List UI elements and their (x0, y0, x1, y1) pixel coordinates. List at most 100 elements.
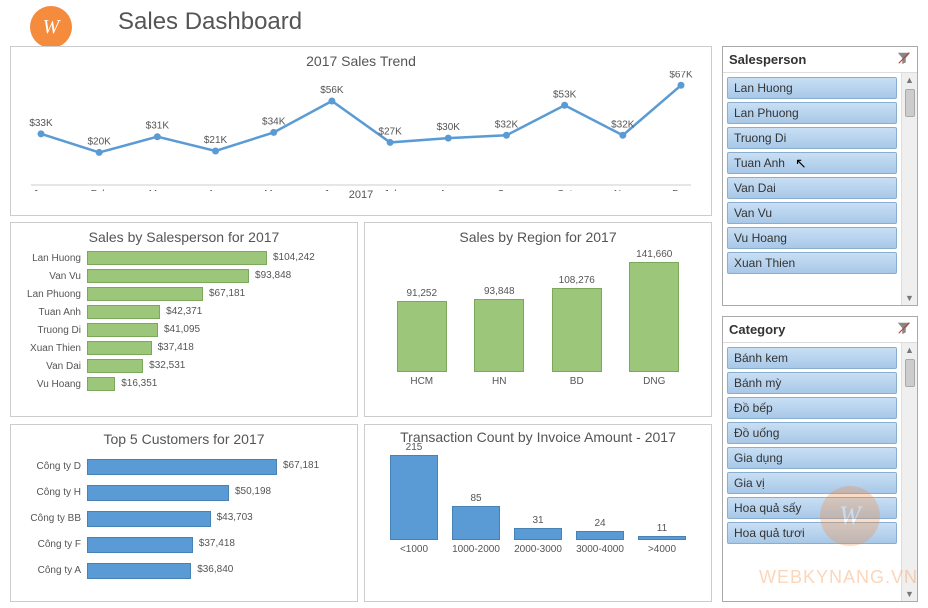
category-slicer[interactable]: Category Bánh kemBánh mỳĐồ bếpĐồ uốngGia… (722, 316, 918, 602)
x-tick: Jul (384, 189, 397, 191)
data-label: $31K (146, 121, 170, 132)
x-tick: Aug (439, 189, 457, 191)
scroll-thumb[interactable] (905, 89, 915, 117)
data-label: $67,181 (205, 287, 245, 301)
x-tick: Jun (324, 189, 340, 191)
x-tick: Jan (33, 189, 49, 191)
bar-column: 215<1000 (384, 442, 444, 555)
bar (390, 455, 438, 540)
bar-row: Công ty F$37,418 (15, 531, 343, 557)
bar-row: Xuan Thien$37,418 (15, 339, 343, 357)
slicer-item[interactable]: Gia dụng (727, 447, 897, 469)
slicer-item[interactable]: Van Dai (727, 177, 897, 199)
slicer-item[interactable]: Lan Huong (727, 77, 897, 99)
bar (87, 287, 203, 301)
bar-column: 91,252HCM (392, 288, 452, 387)
sales-by-salesperson-chart: Sales by Salesperson for 2017 Lan Huong$… (10, 222, 358, 417)
category-label: 1000-2000 (452, 544, 500, 555)
bar-row: Van Dai$32,531 (15, 357, 343, 375)
bar-row: Công ty H $50,198 (15, 479, 343, 505)
bar (87, 305, 160, 319)
category-label: 3000-4000 (576, 544, 624, 555)
category-label: Công ty D (15, 461, 87, 472)
category-label: >4000 (648, 544, 676, 555)
category-label: Truong Di (15, 325, 87, 336)
bar (87, 323, 158, 337)
bar (87, 485, 229, 501)
bar (87, 459, 277, 475)
bar-column: 243000-4000 (570, 518, 630, 555)
data-label: $37,418 (195, 537, 235, 551)
data-label: $36,840 (193, 563, 233, 577)
clear-filter-icon[interactable] (897, 321, 911, 338)
data-label: $41,095 (160, 323, 200, 337)
category-label: HN (492, 376, 506, 387)
data-label: $43,703 (213, 511, 253, 525)
scrollbar[interactable]: ▲ ▼ (901, 343, 917, 601)
clear-filter-icon[interactable] (897, 51, 911, 68)
bar-row: Công ty BB$43,703 (15, 505, 343, 531)
x-tick: May (264, 189, 283, 191)
bar-row: Lan Phuong $67,181 (15, 285, 343, 303)
data-label: $33K (29, 118, 53, 129)
data-label: 11 (657, 523, 667, 534)
category-label: HCM (410, 376, 433, 387)
slicer-item[interactable]: Truong Di (727, 127, 897, 149)
category-label: 2000-3000 (514, 544, 562, 555)
bar (87, 377, 115, 391)
data-label: $34K (262, 116, 286, 127)
x-axis-label: 2017 (11, 189, 711, 201)
data-label: $32K (611, 119, 635, 130)
chart-title: 2017 Sales Trend (11, 47, 711, 71)
slicer-item[interactable]: Vu Hoang (727, 227, 897, 249)
scroll-up-icon[interactable]: ▲ (903, 73, 917, 87)
bar (87, 511, 211, 527)
slicer-item[interactable]: Lan Phuong (727, 102, 897, 124)
bar (87, 537, 193, 553)
bar (87, 341, 152, 355)
data-label: 141,660 (636, 249, 672, 260)
category-label: Công ty H (15, 487, 87, 498)
data-label: $30K (437, 122, 461, 133)
chart-title: Top 5 Customers for 2017 (11, 425, 357, 449)
category-label: Công ty A (15, 565, 87, 576)
bar (552, 288, 602, 372)
category-label: DNG (643, 376, 665, 387)
x-tick: Apr (208, 189, 224, 191)
watermark-text: WEBKYNANG.VN (759, 567, 918, 588)
data-label: $37,418 (154, 341, 194, 355)
bar-row: Tuan Anh$42,371 (15, 303, 343, 321)
data-label: $50,198 (231, 485, 271, 499)
scroll-down-icon[interactable]: ▼ (903, 291, 917, 305)
x-tick: Sep (498, 189, 516, 191)
data-label: 108,276 (559, 275, 595, 286)
slicer-item[interactable]: Van Vu (727, 202, 897, 224)
bar-column: 851000-2000 (446, 493, 506, 555)
category-label: Lan Huong (15, 253, 87, 264)
scrollbar[interactable]: ▲ ▼ (901, 73, 917, 305)
bar-row: Công ty D$67,181 (15, 453, 343, 479)
data-label: 31 (532, 515, 543, 526)
slicer-item[interactable]: Gia vị (727, 472, 897, 494)
x-tick: Oct (557, 189, 573, 191)
slicer-item[interactable]: Đồ uống (727, 422, 897, 444)
slicer-item[interactable]: Xuan Thien (727, 252, 897, 274)
bar (638, 536, 686, 540)
bar-column: 31 2000-3000 (508, 515, 568, 555)
scroll-thumb[interactable] (905, 359, 915, 387)
scroll-up-icon[interactable]: ▲ (903, 343, 917, 357)
salesperson-slicer[interactable]: Salesperson Lan HuongLan PhuongTruong Di… (722, 46, 918, 306)
slicer-item[interactable]: Bánh mỳ (727, 372, 897, 394)
category-label: Vu Hoang (15, 379, 87, 390)
slicer-item[interactable]: Đồ bếp (727, 397, 897, 419)
logo-mark: W (30, 6, 72, 48)
bar (87, 269, 249, 283)
slicer-item[interactable]: Bánh kem (727, 347, 897, 369)
bar-row: Van Vu$93,848 (15, 267, 343, 285)
scroll-down-icon[interactable]: ▼ (903, 587, 917, 601)
bar (452, 506, 500, 540)
sales-by-region-chart: Sales by Region for 2017 91,252HCM93,848… (364, 222, 712, 417)
slicer-item[interactable]: Tuan Anh (727, 152, 897, 174)
line-chart-svg: $33K$20K$31K$21K$34K$56K$27K$30K$32K$53K… (21, 71, 701, 191)
category-label: Lan Phuong (15, 289, 87, 300)
